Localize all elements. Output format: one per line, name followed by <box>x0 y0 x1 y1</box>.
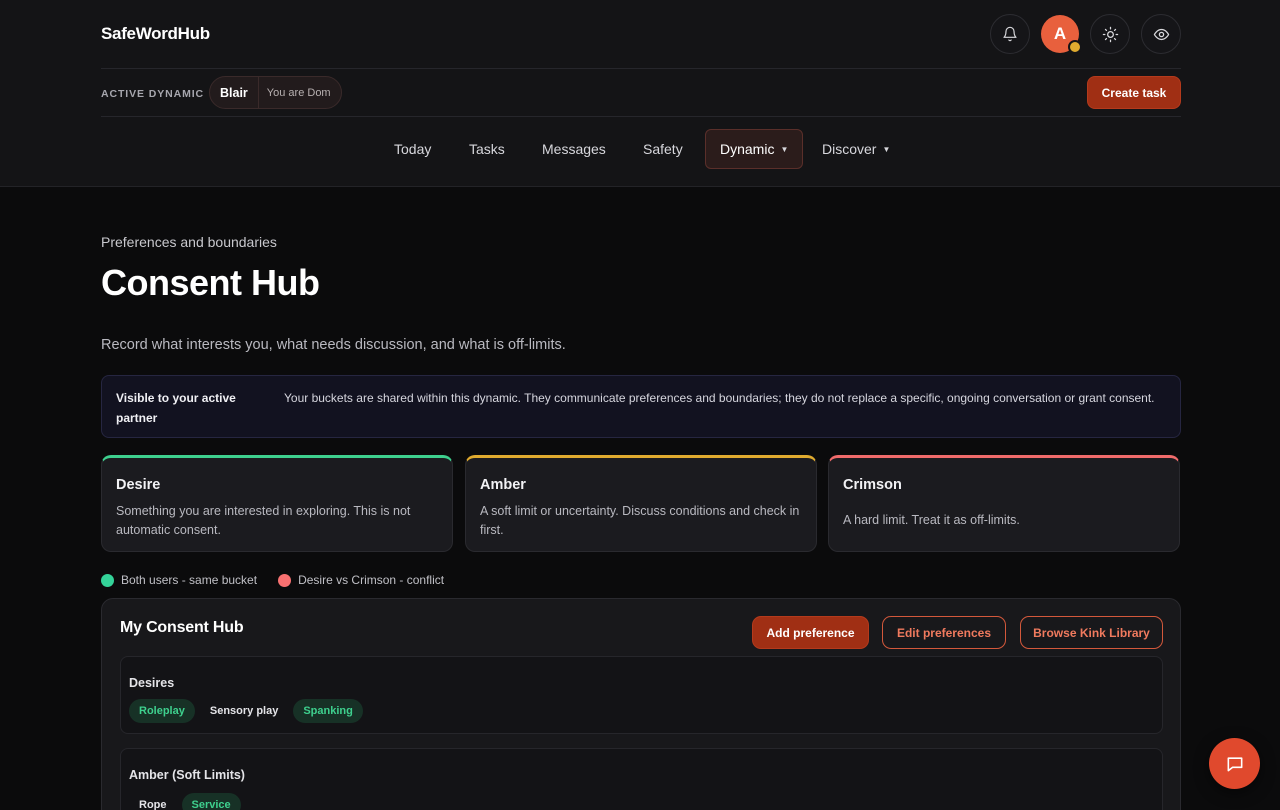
notice-text: Your buckets are shared within this dyna… <box>284 391 1155 405</box>
edit-preferences-button[interactable]: Edit preferences <box>882 616 1006 649</box>
tag-list: Rope Service <box>129 793 246 810</box>
preference-tag[interactable]: Roleplay <box>129 699 195 723</box>
nav-today[interactable]: Today <box>394 129 431 169</box>
nav-tasks-label: Tasks <box>469 141 505 157</box>
nav-messages-label: Messages <box>542 141 606 157</box>
notifications-button[interactable] <box>990 14 1030 54</box>
nav-discover-label: Discover <box>822 141 877 157</box>
group-title: Desires <box>129 676 175 690</box>
nav-today-label: Today <box>394 141 432 157</box>
hub-title: My Consent Hub <box>120 619 244 636</box>
visibility-notice: Visible to your active partner Your buck… <box>101 375 1181 438</box>
preference-group-desires: Desires Roleplay Sensory play Spanking <box>120 656 1163 734</box>
page-eyebrow: Preferences and boundaries <box>101 234 277 250</box>
green-dot-icon <box>101 573 114 587</box>
bell-icon <box>1003 26 1017 42</box>
avatar[interactable]: A <box>1041 15 1082 54</box>
partner-name: Blair <box>210 77 259 108</box>
legend-item-conflict: Desire vs Crimson - conflict <box>278 573 444 587</box>
preference-tag[interactable]: Sensory play <box>200 699 288 723</box>
caret-down-icon: ▼ <box>882 144 891 154</box>
bucket-card-amber: Amber A soft limit or uncertainty. Discu… <box>465 455 817 552</box>
caret-down-icon: ▼ <box>780 144 789 154</box>
bucket-card-desire: Desire Something you are interested in e… <box>101 455 453 552</box>
create-task-button[interactable]: Create task <box>1087 76 1181 109</box>
preference-tag[interactable]: Spanking <box>293 699 363 723</box>
notice-label: Visible to your active partner <box>116 391 236 425</box>
bucket-description: A soft limit or uncertainty. Discuss con… <box>480 504 800 537</box>
main-nav: Today Tasks Messages Safety Dynamic ▼ Di… <box>0 129 1280 169</box>
chat-button[interactable] <box>1209 738 1260 789</box>
bucket-name: Crimson <box>843 477 902 493</box>
top-bar: SafeWordHub A ACTIVE DYNAMIC Blair You a… <box>0 0 1280 187</box>
page-subtitle: Record what interests you, what needs di… <box>101 337 566 353</box>
preference-tag[interactable]: Rope <box>129 793 177 810</box>
bucket-name: Amber <box>480 477 526 493</box>
nav-dynamic-label: Dynamic <box>720 141 775 157</box>
my-consent-hub-panel: My Consent Hub Add preference Edit prefe… <box>101 598 1181 810</box>
bucket-name: Desire <box>116 477 161 493</box>
active-dynamic-bar: ACTIVE DYNAMIC Blair You are Dom Create … <box>101 69 1181 117</box>
avatar-initial: A <box>1053 24 1067 43</box>
legend-label: Desire vs Crimson - conflict <box>298 573 445 587</box>
eye-icon <box>1153 28 1169 40</box>
nav-safety[interactable]: Safety <box>643 129 683 169</box>
bucket-card-crimson: Crimson A hard limit. Treat it as off-li… <box>828 455 1180 552</box>
privacy-toggle-button[interactable] <box>1141 14 1181 54</box>
nav-messages[interactable]: Messages <box>542 129 606 169</box>
brand-row: SafeWordHub A <box>101 0 1181 69</box>
nav-tasks[interactable]: Tasks <box>469 129 505 169</box>
brand-logo[interactable]: SafeWordHub <box>101 24 210 44</box>
sun-icon <box>1102 26 1118 42</box>
bucket-description: Something you are interested in explorin… <box>116 504 411 537</box>
add-preference-button[interactable]: Add preference <box>752 616 869 649</box>
nav-discover[interactable]: Discover ▼ <box>822 129 890 169</box>
theme-toggle-button[interactable] <box>1090 14 1130 54</box>
active-dynamic-label: ACTIVE DYNAMIC <box>101 88 205 100</box>
match-legend: Both users - same bucket Desire vs Crims… <box>101 572 465 588</box>
preference-group-amber: Amber (Soft Limits) Rope Service <box>120 748 1163 810</box>
partner-role: You are Dom <box>266 86 331 99</box>
tag-list: Roleplay Sensory play Spanking <box>129 699 368 723</box>
browse-kink-library-button[interactable]: Browse Kink Library <box>1020 616 1163 649</box>
bucket-description: A hard limit. Treat it as off-limits. <box>843 513 1020 527</box>
partner-switcher[interactable]: Blair You are Dom <box>209 76 342 109</box>
nav-dynamic[interactable]: Dynamic ▼ <box>705 129 804 169</box>
preference-tag[interactable]: Service <box>181 793 241 810</box>
legend-item-same-bucket: Both users - same bucket <box>101 573 257 587</box>
page-title: Consent Hub <box>101 262 320 303</box>
chat-bubble-icon <box>1227 756 1242 771</box>
legend-label: Both users - same bucket <box>121 573 258 587</box>
group-title: Amber (Soft Limits) <box>129 768 245 782</box>
red-dot-icon <box>278 573 292 587</box>
status-dot <box>1068 40 1082 54</box>
nav-safety-label: Safety <box>643 141 683 157</box>
